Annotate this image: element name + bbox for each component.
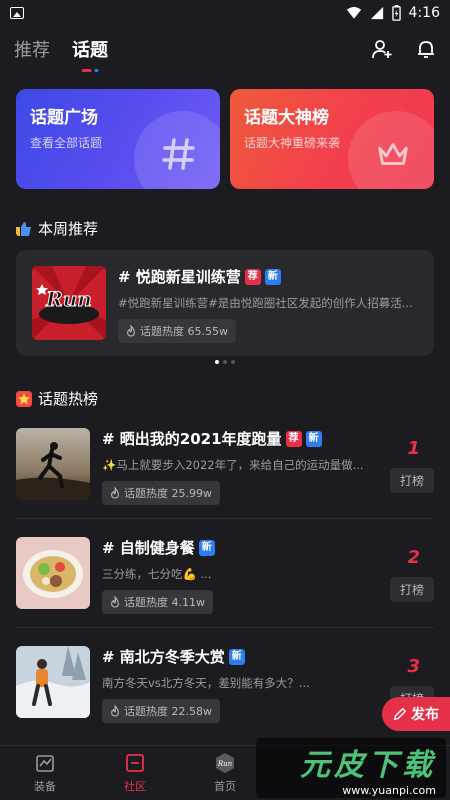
topic-title-row: # 南北方冬季大赏 新 xyxy=(102,646,372,667)
topic-title: # 晒出我的2021年度跑量 xyxy=(102,430,282,448)
hot-topic-item[interactable]: # 自制健身餐 新 三分练，七分吃💪 ... 话题热度 4.11w 2 打榜 xyxy=(16,537,434,614)
flame-icon xyxy=(127,325,135,337)
nav-label: 社区 xyxy=(124,780,146,793)
signal-icon xyxy=(370,6,383,20)
top-nav: 推荐 话题 xyxy=(0,26,450,72)
topic-master-rank-card[interactable]: 话题大神榜 话题大神重磅来袭 xyxy=(230,89,434,189)
topic-thumbnail xyxy=(16,428,90,500)
topic-title: # 南北方冬季大赏 xyxy=(102,648,225,666)
recommend-badge: 荐 xyxy=(244,268,261,285)
weekly-heading-label: 本周推荐 xyxy=(38,220,99,238)
rank-number: 3 xyxy=(407,656,420,677)
flame-icon xyxy=(111,487,119,499)
heat-value: 话题热度 25.99w xyxy=(124,487,212,500)
watermark-logo: 元皮下载 xyxy=(300,747,436,783)
topic-title-row: # 自制健身餐 新 xyxy=(102,537,372,558)
nav-label: 装备 xyxy=(34,780,56,793)
status-time: 4:16 xyxy=(408,5,440,21)
nav-community[interactable]: 社区 xyxy=(90,746,180,800)
heat-badge: 话题热度 22.58w xyxy=(102,699,220,723)
divider xyxy=(16,518,434,519)
heat-badge: 话题热度 65.55w xyxy=(118,319,236,343)
heat-value: 话题热度 65.55w xyxy=(140,325,228,338)
rank-number: 2 xyxy=(407,547,420,568)
watermark: 元皮下载 www.yuanpi.com xyxy=(256,738,446,798)
feature-cards: 话题广场 查看全部话题 话题大神榜 话题大神重磅来袭 xyxy=(16,89,434,189)
topic-description: 三分练，七分吃💪 ... xyxy=(102,567,212,581)
active-tab-indicator xyxy=(81,69,99,72)
flame-icon xyxy=(111,596,119,608)
hot-star-icon xyxy=(16,390,32,407)
pencil-icon xyxy=(393,707,407,721)
thumbs-up-icon xyxy=(16,221,31,236)
new-badge: 新 xyxy=(264,268,281,285)
new-badge: 新 xyxy=(228,648,245,665)
publish-button[interactable]: 发布 xyxy=(382,697,450,731)
topic-thumbnail xyxy=(16,537,90,609)
recommend-badge: 荐 xyxy=(285,430,302,447)
weekly-topic-card[interactable]: Run # 悦跑新星训练营 荐 新 #悦跑新星训练营#是由悦跑圈社区发起的创作人… xyxy=(16,250,434,356)
topic-title-row: # 晒出我的2021年度跑量 荐 新 xyxy=(102,428,372,449)
nav-label: 首页 xyxy=(214,780,236,793)
topic-thumbnail xyxy=(16,646,90,718)
status-bar: 4:16 xyxy=(0,0,450,26)
topic-description: #悦跑新星训练营#是由悦跑圈社区发起的创作人招募活... xyxy=(118,296,413,310)
hot-heading: 话题热榜 xyxy=(16,388,98,409)
equipment-icon xyxy=(36,755,54,772)
svg-text:Run: Run xyxy=(45,287,92,311)
divider xyxy=(16,627,434,628)
add-friend-icon[interactable] xyxy=(372,39,392,59)
tab-topics-label: 话题 xyxy=(72,40,108,61)
bell-icon[interactable] xyxy=(416,39,436,59)
gallery-notification-icon xyxy=(10,7,24,19)
battery-icon xyxy=(391,5,401,21)
hot-topic-item[interactable]: # 南北方冬季大赏 新 南方冬天vs北方冬天，差别能有多大？... 话题热度 2… xyxy=(16,646,434,723)
topic-description: ✨马上就要步入2022年了，来给自己的运动量做... xyxy=(102,458,364,472)
tab-recommend[interactable]: 推荐 xyxy=(14,36,50,62)
topic-title: # 悦跑新星训练营 xyxy=(118,268,241,286)
topic-description: 南方冬天vs北方冬天，差别能有多大？... xyxy=(102,676,310,690)
topic-title-row: # 悦跑新星训练营 荐 新 xyxy=(118,266,418,287)
home-logo-icon: Run xyxy=(216,753,234,773)
heat-badge: 话题热度 4.11w xyxy=(102,590,213,614)
rank-vote-button[interactable]: 打榜 xyxy=(389,577,434,602)
heat-badge: 话题热度 25.99w xyxy=(102,481,220,505)
watermark-url: www.yuanpi.com xyxy=(342,783,436,797)
nav-equipment[interactable]: 装备 xyxy=(0,746,90,800)
carousel-dots xyxy=(0,360,450,364)
hot-topic-item[interactable]: # 晒出我的2021年度跑量 荐 新 ✨马上就要步入2022年了，来给自己的运动… xyxy=(16,428,434,505)
new-badge: 新 xyxy=(305,430,322,447)
wifi-icon xyxy=(346,7,361,19)
topic-thumbnail: Run xyxy=(32,266,106,340)
community-icon xyxy=(126,754,144,772)
tab-topics[interactable]: 话题 xyxy=(72,36,108,72)
flame-icon xyxy=(111,705,119,717)
new-badge: 新 xyxy=(198,539,215,556)
topic-title: # 自制健身餐 xyxy=(102,539,195,557)
topic-square-card[interactable]: 话题广场 查看全部话题 xyxy=(16,89,220,189)
heat-value: 话题热度 4.11w xyxy=(124,596,205,609)
heat-value: 话题热度 22.58w xyxy=(124,705,212,718)
publish-label: 发布 xyxy=(411,707,439,723)
svg-text:Run: Run xyxy=(217,760,233,768)
hot-heading-label: 话题热榜 xyxy=(38,390,99,408)
rank-number: 1 xyxy=(407,438,420,459)
weekly-heading: 本周推荐 xyxy=(16,218,98,239)
rank-vote-button[interactable]: 打榜 xyxy=(389,468,434,493)
